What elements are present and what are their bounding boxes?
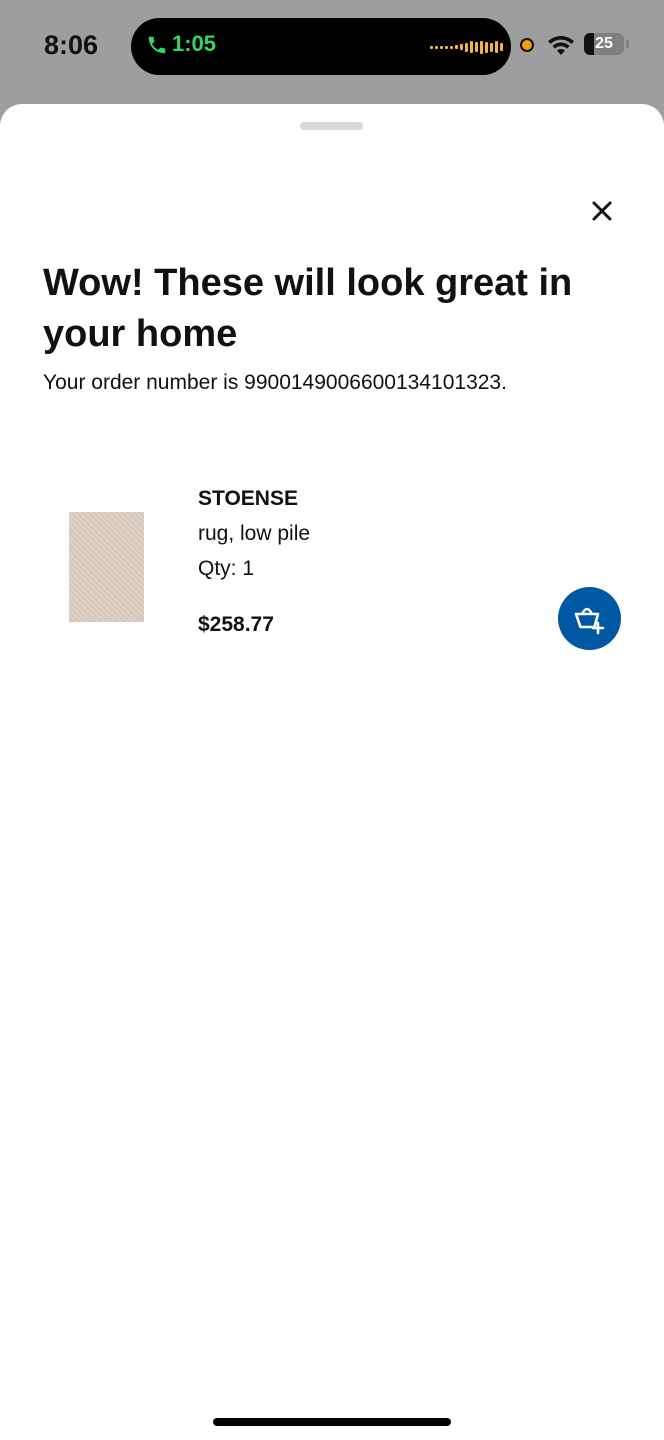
close-icon bbox=[592, 201, 612, 221]
status-time: 8:06 bbox=[44, 30, 99, 60]
product-quantity: Qty: 1 bbox=[198, 557, 255, 580]
confirmation-sheet: Wow! These will look great in your home … bbox=[0, 104, 664, 1440]
product-image[interactable] bbox=[69, 512, 144, 622]
home-indicator[interactable] bbox=[213, 1418, 451, 1426]
phone-icon bbox=[148, 36, 166, 54]
order-number-text: Your order number is 9900149006600134101… bbox=[43, 371, 507, 394]
battery-icon: 25 bbox=[584, 33, 624, 55]
wifi-icon bbox=[548, 35, 574, 55]
product-name[interactable]: STOENSE bbox=[198, 487, 298, 511]
page-title: Wow! These will look great in your home bbox=[43, 262, 573, 355]
microphone-indicator-icon bbox=[520, 38, 534, 52]
sheet-grabber[interactable] bbox=[300, 122, 363, 130]
product-description: rug, low pile bbox=[198, 522, 311, 545]
battery-cap bbox=[626, 40, 629, 48]
add-to-cart-button[interactable] bbox=[558, 587, 621, 650]
status-bar: 8:06 1:05 25 bbox=[0, 0, 664, 95]
call-duration: 1:05 bbox=[172, 31, 217, 56]
add-to-cart-icon bbox=[574, 607, 604, 634]
battery-level: 25 bbox=[595, 35, 613, 52]
close-button[interactable] bbox=[583, 192, 621, 230]
audio-waveform-icon bbox=[430, 37, 503, 57]
product-price: $258.77 bbox=[198, 613, 274, 636]
